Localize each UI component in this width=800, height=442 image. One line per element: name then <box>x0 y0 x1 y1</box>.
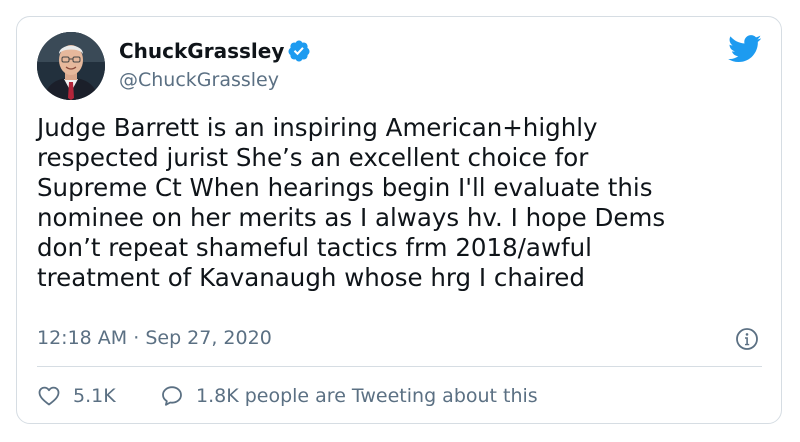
conversation-text: 1.8K people are Tweeting about this <box>196 385 538 407</box>
conversation-button[interactable]: 1.8K people are Tweeting about this <box>160 382 538 410</box>
avatar-photo <box>37 32 105 100</box>
timestamp-separator: · <box>133 327 140 349</box>
author-display-name[interactable]: ChuckGrassley <box>119 38 284 64</box>
tweet-time[interactable]: 12:18 AM <box>37 327 127 349</box>
verified-badge-icon <box>288 40 310 62</box>
divider <box>37 366 762 367</box>
tweet-date[interactable]: Sep 27, 2020 <box>145 327 271 349</box>
info-icon[interactable] <box>735 327 759 351</box>
author-handle[interactable]: @ChuckGrassley <box>119 67 279 93</box>
like-count: 5.1K <box>73 385 116 407</box>
twitter-bird-icon[interactable] <box>728 35 762 63</box>
tweet-timestamp[interactable]: 12:18 AM · Sep 27, 2020 <box>37 325 272 351</box>
like-button[interactable]: 5.1K <box>37 382 116 410</box>
speech-bubble-icon <box>162 386 182 406</box>
avatar[interactable] <box>37 32 105 100</box>
heart-icon <box>38 386 60 406</box>
tweet-text: Judge Barrett is an inspiring American+h… <box>37 113 666 292</box>
